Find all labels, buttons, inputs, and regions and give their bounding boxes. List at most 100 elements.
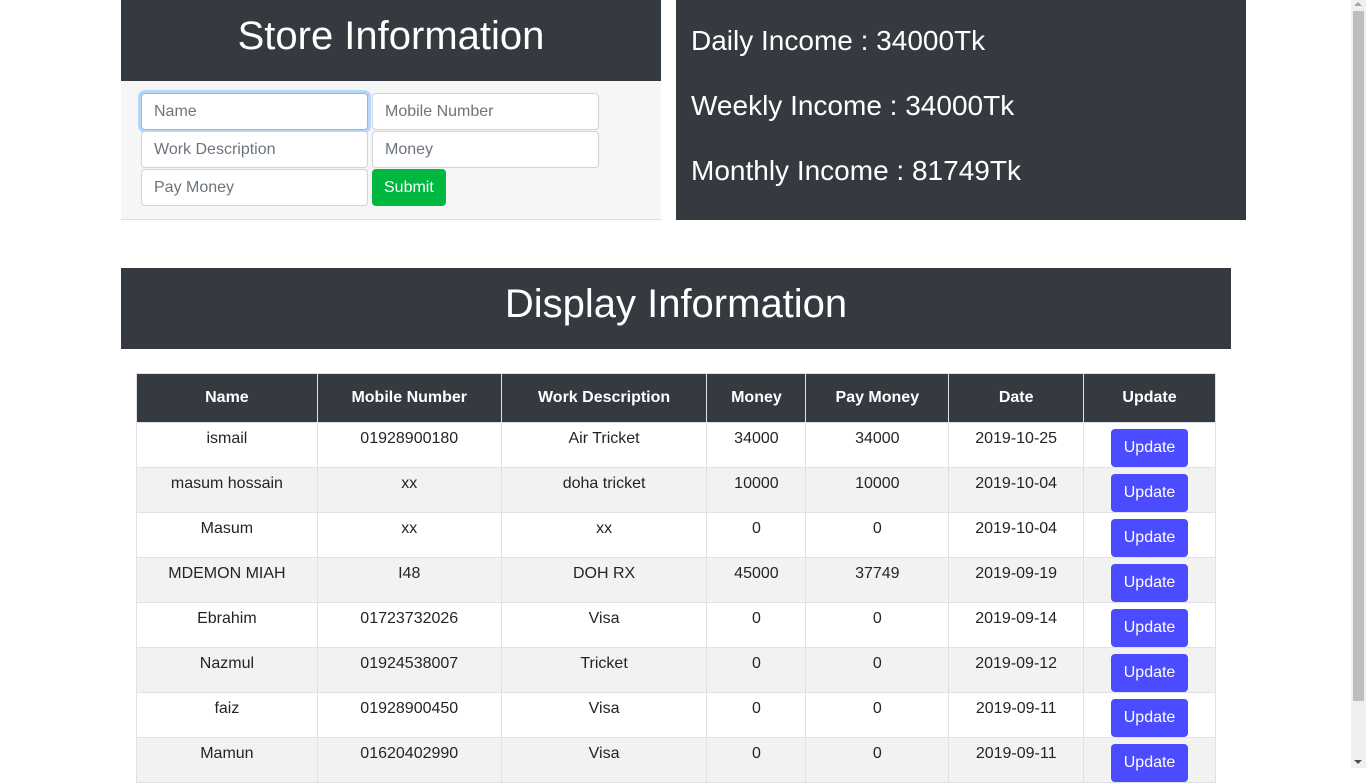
cell-update: Update <box>1083 467 1216 513</box>
cell-date: 2019-09-11 <box>948 737 1085 783</box>
cell-pay-money: 0 <box>805 692 950 738</box>
cell-pay-money: 0 <box>805 647 950 693</box>
update-button[interactable]: Update <box>1111 654 1189 692</box>
cell-name: faiz <box>136 692 318 738</box>
cell-work-description: DOH RX <box>500 557 708 603</box>
cell-mobile: 01723732026 <box>316 602 502 648</box>
cell-date: 2019-10-04 <box>948 512 1085 558</box>
update-button[interactable]: Update <box>1111 564 1189 602</box>
daily-income: Daily Income : 34000Tk <box>691 25 986 56</box>
cell-money: 0 <box>706 512 807 558</box>
scroll-up-arrow-icon[interactable] <box>1354 2 1362 6</box>
store-header: Store Information <box>121 0 661 81</box>
cell-update: Update <box>1083 737 1216 783</box>
column-header-date: Date <box>948 373 1085 423</box>
table-row: masum hossain xx doha tricket 10000 10000 201… <box>136 467 1216 513</box>
cell-pay-money: 0 <box>805 737 950 783</box>
table-row: Masum xx xx 0 0 2019-10-04 Update <box>136 512 1216 558</box>
table-row: Ebrahim 01723732026 Visa 0 0 2019-09-14 Update <box>136 602 1216 648</box>
cell-update: Update <box>1083 602 1216 648</box>
cell-pay-money: 37749 <box>805 557 950 603</box>
scrollbar-thumb[interactable] <box>1353 11 1364 701</box>
update-button[interactable]: Update <box>1111 699 1189 737</box>
cell-money: 0 <box>706 692 807 738</box>
cell-work-description: Air Tricket <box>500 422 708 468</box>
cell-mobile: 01924538007 <box>316 647 502 693</box>
column-header-name: Name <box>136 373 318 423</box>
pay-money-input[interactable] <box>141 169 368 206</box>
cell-money: 10000 <box>706 467 807 513</box>
column-header-money: Money <box>706 373 807 423</box>
cell-mobile: 01928900450 <box>316 692 502 738</box>
cell-money: 0 <box>706 647 807 693</box>
update-button[interactable]: Update <box>1111 474 1189 512</box>
cell-date: 2019-09-12 <box>948 647 1085 693</box>
cell-date: 2019-10-04 <box>948 467 1085 513</box>
cell-work-description: Visa <box>500 602 708 648</box>
display-information-header: Display Information <box>121 268 1231 349</box>
cell-name: ismail <box>136 422 318 468</box>
cell-work-description: Visa <box>500 737 708 783</box>
cell-pay-money: 10000 <box>805 467 950 513</box>
table-row: faiz 01928900450 Visa 0 0 2019-09-11 Update <box>136 692 1216 738</box>
submit-button[interactable]: Submit <box>372 169 446 206</box>
table-row: Nazmul 01924538007 Tricket 0 0 2019-09-12 Upda… <box>136 647 1216 693</box>
table-header-row: Name Mobile Number Work Description Mone… <box>136 373 1216 423</box>
cell-mobile: 01620402990 <box>316 737 502 783</box>
cell-name: Mamun <box>136 737 318 783</box>
column-header-pay-money: Pay Money <box>805 373 950 423</box>
cell-name: masum hossain <box>136 467 318 513</box>
page: Store Information Submit Daily Income : … <box>0 0 1351 783</box>
cell-money: 34000 <box>706 422 807 468</box>
cell-update: Update <box>1083 692 1216 738</box>
monthly-income: Monthly Income : 81749Tk <box>691 155 1021 186</box>
cell-money: 0 <box>706 737 807 783</box>
cell-update: Update <box>1083 647 1216 693</box>
cell-date: 2019-10-25 <box>948 422 1085 468</box>
cell-work-description: doha tricket <box>500 467 708 513</box>
cell-pay-money: 34000 <box>805 422 950 468</box>
mobile-number-input[interactable] <box>372 93 599 130</box>
column-header-work-description: Work Description <box>500 373 708 423</box>
cell-work-description: xx <box>500 512 708 558</box>
cell-name: MDEMON MIAH <box>136 557 318 603</box>
update-button[interactable]: Update <box>1111 609 1189 647</box>
cell-update: Update <box>1083 512 1216 558</box>
scroll-down-arrow-icon[interactable] <box>1354 760 1362 764</box>
store-title: Store Information <box>237 14 545 58</box>
cell-update: Update <box>1083 557 1216 603</box>
column-header-mobile: Mobile Number <box>316 373 502 423</box>
table-row: ismail 01928900180 Air Tricket 34000 34000 20… <box>136 422 1216 468</box>
display-title: Display Information <box>504 282 848 326</box>
cell-money: 45000 <box>706 557 807 603</box>
money-input[interactable] <box>372 131 599 168</box>
column-header-update: Update <box>1083 373 1216 423</box>
records-table: Name Mobile Number Work Description Mone… <box>136 373 1216 783</box>
cell-money: 0 <box>706 602 807 648</box>
cell-pay-money: 0 <box>805 602 950 648</box>
update-button[interactable]: Update <box>1111 519 1189 557</box>
table-row: Mamun 01620402990 Visa 0 0 2019-09-11 Update <box>136 737 1216 783</box>
store-information-panel: Store Information Submit <box>121 0 661 220</box>
name-input[interactable] <box>141 93 368 130</box>
income-summary-panel: Daily Income : 34000Tk Weekly Income : 3… <box>676 0 1246 220</box>
cell-mobile: xx <box>316 512 502 558</box>
update-button[interactable]: Update <box>1111 744 1189 782</box>
cell-date: 2019-09-11 <box>948 692 1085 738</box>
cell-work-description: Tricket <box>500 647 708 693</box>
cell-mobile: xx <box>316 467 502 513</box>
cell-pay-money: 0 <box>805 512 950 558</box>
vertical-scrollbar[interactable] <box>1351 0 1366 768</box>
cell-name: Masum <box>136 512 318 558</box>
store-form: Submit <box>141 93 601 207</box>
update-button[interactable]: Update <box>1111 429 1189 467</box>
cell-date: 2019-09-14 <box>948 602 1085 648</box>
cell-date: 2019-09-19 <box>948 557 1085 603</box>
table-row: MDEMON MIAH I48 DOH RX 45000 37749 2019-09-19… <box>136 557 1216 603</box>
cell-update: Update <box>1083 422 1216 468</box>
work-description-input[interactable] <box>141 131 368 168</box>
cell-work-description: Visa <box>500 692 708 738</box>
cell-mobile: 01928900180 <box>316 422 502 468</box>
cell-name: Nazmul <box>136 647 318 693</box>
cell-mobile: I48 <box>316 557 502 603</box>
